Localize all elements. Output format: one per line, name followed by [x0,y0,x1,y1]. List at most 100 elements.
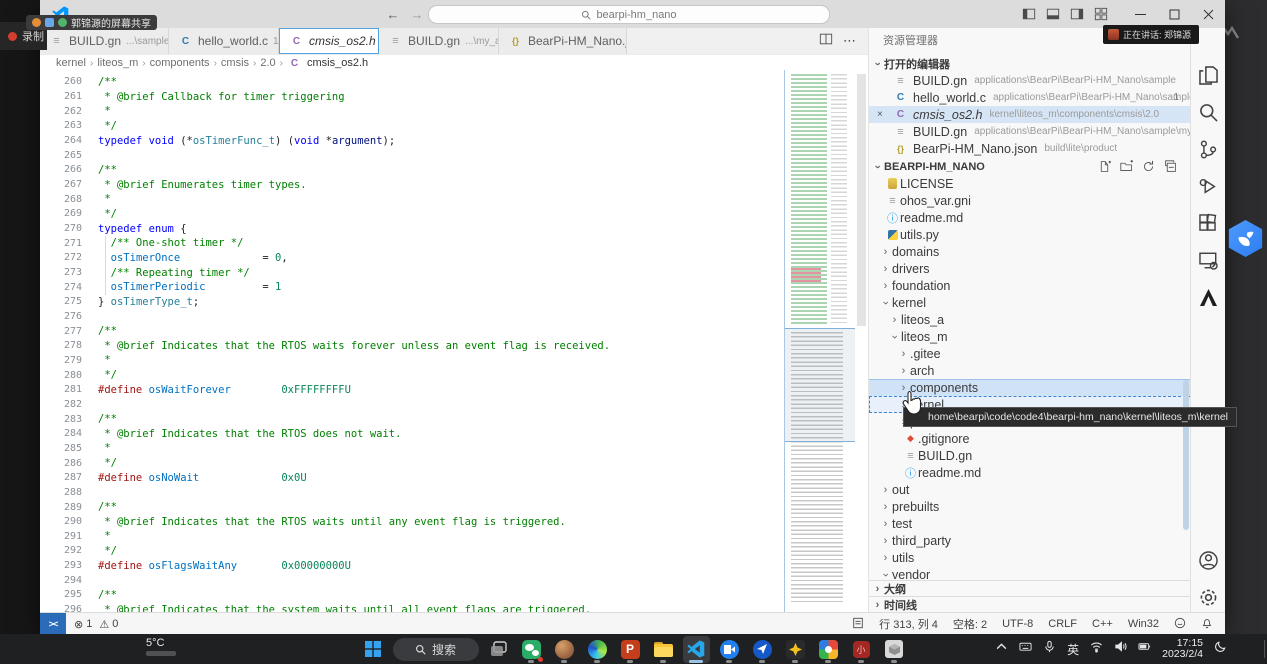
breadcrumb-item[interactable]: cmsis [221,57,249,69]
tree-item-liteos-m[interactable]: ›liteos_m [869,328,1191,345]
wifi-icon[interactable] [1090,640,1103,658]
account-icon[interactable] [1191,545,1225,575]
open-editor-bearpi-hm-nano-json[interactable]: BearPi-HM_Nano.jsonbuild\lite\product [869,140,1191,157]
tree-item-drivers[interactable]: ›drivers [869,260,1191,277]
taskbar-vscode-app[interactable] [683,636,710,663]
taskbar-gray-box-app-app[interactable] [881,636,908,663]
taskbar-tencent-meeting-app[interactable] [716,636,743,663]
tree-item-readme-md[interactable]: readme.md [869,209,1191,226]
taskbar-yellow-tool-app-app[interactable] [782,636,809,663]
tree-item--gitee[interactable]: ›.gitee [869,345,1191,362]
settings-icon[interactable] [1191,582,1225,612]
refresh-icon[interactable] [1142,160,1155,173]
remote-indicator[interactable]: >< [40,613,66,635]
keyboard-icon[interactable] [1019,640,1032,658]
close-button[interactable] [1191,0,1225,28]
open-editor-hello-world-c[interactable]: hello_world.capplications\BearPi\BearPi-… [869,89,1191,106]
project-header[interactable]: › BEARPI-HM_NANO [871,158,1189,175]
taskbar-edge-app[interactable] [584,636,611,663]
tree-item-test[interactable]: ›test [869,515,1191,532]
bell-icon[interactable] [1201,617,1213,632]
speaker-icon[interactable] [1114,640,1127,658]
mic-icon[interactable] [1043,640,1056,658]
minimap-slider[interactable] [785,328,855,442]
problems-status[interactable]: ⊗1 ⚠0 [66,618,118,631]
status-platform[interactable]: Win32 [1128,618,1159,630]
tree-item-foundation[interactable]: ›foundation [869,277,1191,294]
outline-section[interactable]: › 大纲 [869,580,1191,596]
minimap[interactable] [784,70,855,612]
breadcrumb-item[interactable]: components [150,57,210,69]
breadcrumb-item[interactable]: kernel [56,57,86,69]
tab-build-gn[interactable]: BUILD.gn...\my_app [379,28,499,54]
nav-back-button[interactable]: ← [382,7,404,22]
tree-item-third-party[interactable]: ›third_party [869,532,1191,549]
status-indentation[interactable]: 空格: 2 [953,616,987,632]
breadcrumb-file[interactable]: cmsis_os2.h [307,57,368,69]
breadcrumb-item[interactable]: liteos_m [97,57,138,69]
deveco-icon[interactable] [1191,282,1225,312]
explorer-icon[interactable] [1191,60,1225,90]
close-icon[interactable]: × [877,109,883,120]
tree-item-utils-py[interactable]: utils.py [869,226,1191,243]
taskbar-photos-app[interactable] [815,636,842,663]
toggle-sidebar-icon[interactable] [1017,0,1041,28]
breadcrumb-item[interactable]: 2.0 [260,57,275,69]
tab-cmsis-os2-h[interactable]: cmsis_os2.h× [279,28,379,54]
sidebar-scrollbar[interactable] [1183,380,1189,530]
remote-explorer-icon[interactable] [1191,245,1225,275]
tree-item-license[interactable]: LICENSE [869,175,1191,192]
moon-focus-icon[interactable] [1214,640,1227,658]
code-editor[interactable]: 259260/**261 * @brief Callback for timer… [40,70,868,612]
chevron-up-icon[interactable] [995,640,1008,658]
collapse-all-icon[interactable] [1164,160,1177,173]
nav-forward-button[interactable]: → [406,7,428,22]
search-icon[interactable] [1191,97,1225,127]
tree-item-domains[interactable]: ›domains [869,243,1191,260]
tab-bearpi-hm-nano-json[interactable]: BearPi-HM_Nano.json [499,28,627,54]
ime-indicator[interactable]: 英 [1067,641,1079,658]
tab-hello-world-c[interactable]: hello_world.c1 [169,28,279,54]
tree-item-ohos-var-gni[interactable]: ohos_var.gni [869,192,1191,209]
status-eol[interactable]: CRLF [1048,618,1077,630]
tree-item-utils[interactable]: ›utils [869,549,1191,566]
taskbar-task-view-app[interactable] [485,636,512,663]
run-debug-icon[interactable] [1191,171,1225,201]
status-encoding[interactable]: UTF-8 [1002,618,1033,630]
open-editor-build-gn[interactable]: BUILD.gnapplications\BearPi\BearPi-HM_Na… [869,72,1191,89]
taskbar-music-avatar-app[interactable] [551,636,578,663]
toggle-secondary-sidebar-icon[interactable] [1065,0,1089,28]
tree-item-readme-md[interactable]: readme.md [869,464,1191,481]
more-actions-icon[interactable]: ⋯ [843,33,856,49]
taskbar-search[interactable]: 搜索 [393,638,479,661]
new-file-icon[interactable] [1098,160,1111,173]
taskbar-wechat-app[interactable] [518,636,545,663]
new-folder-icon[interactable] [1120,160,1133,173]
taskbar-file-explorer-app[interactable] [650,636,677,663]
timeline-section[interactable]: › 时间线 [869,596,1191,612]
taskbar-blue-plane-app-app[interactable] [749,636,776,663]
open-editors-header[interactable]: › 打开的编辑器 [871,55,1189,72]
open-editor-cmsis-os2-h[interactable]: ×cmsis_os2.hkernel\liteos_m\components\c… [869,106,1191,123]
tree-item-prebuilts[interactable]: ›prebuilts [869,498,1191,515]
tree-item--gitignore[interactable]: .gitignore [869,430,1191,447]
tree-item-out[interactable]: ›out [869,481,1191,498]
battery-icon[interactable] [1138,640,1151,658]
taskbar-clock[interactable]: 17:152023/2/4 [1162,638,1203,660]
screen-share-indicator[interactable]: 郭锦源的屏幕共享 [26,15,157,30]
status-cursor-position[interactable]: 行 313, 列 4 [879,616,938,632]
command-center-search[interactable]: bearpi-hm_nano [428,5,830,24]
status-language-mode[interactable]: C++ [1092,618,1113,630]
feedback-icon[interactable] [1174,617,1186,632]
taskbar-powerpoint-app[interactable]: P [617,636,644,663]
editor-status-icon[interactable] [852,617,864,632]
tree-item-build-gn[interactable]: BUILD.gn [869,447,1191,464]
extensions-icon[interactable] [1191,208,1225,238]
source-control-icon[interactable] [1191,134,1225,164]
tree-item-liteos-a[interactable]: ›liteos_a [869,311,1191,328]
breadcrumb[interactable]: kernel›liteos_m›components›cmsis›2.0›cms… [40,55,868,71]
tree-item-arch[interactable]: ›arch [869,362,1191,379]
customize-layout-icon[interactable] [1089,0,1113,28]
split-editor-icon[interactable] [819,32,833,51]
open-editor-build-gn[interactable]: BUILD.gnapplications\BearPi\BearPi-HM_Na… [869,123,1191,140]
